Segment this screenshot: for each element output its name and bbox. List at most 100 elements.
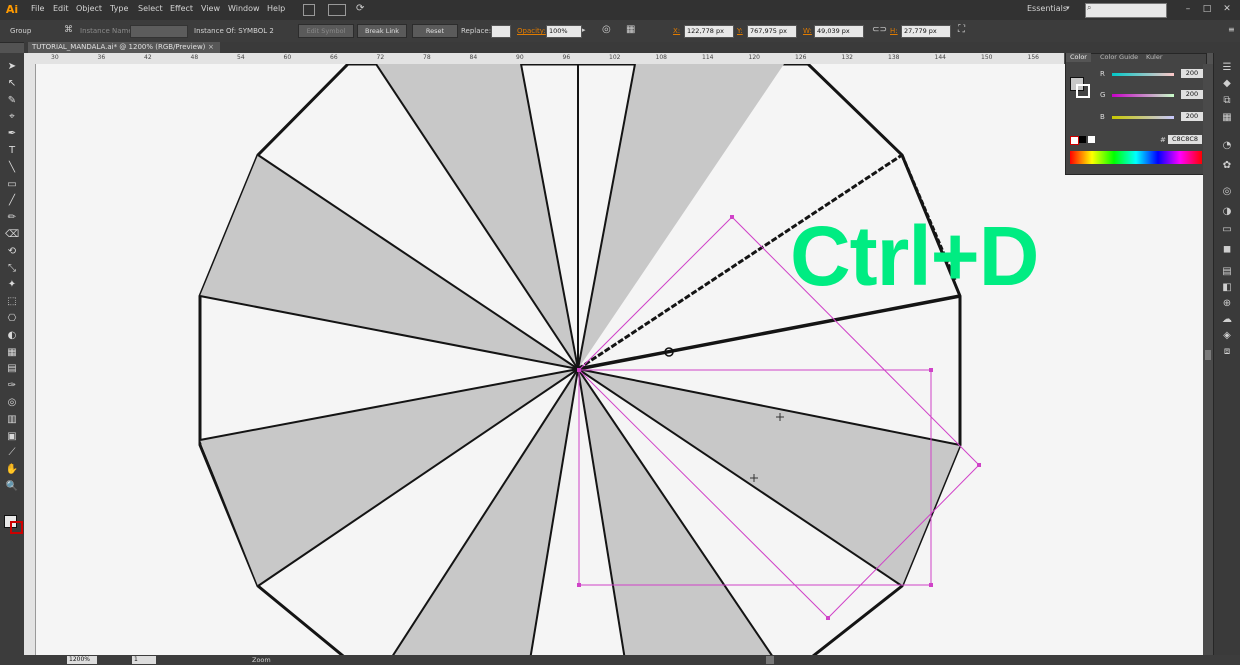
dock-panel-icon[interactable]: ◔: [1221, 140, 1233, 152]
tool-icon[interactable]: ✦: [5, 278, 19, 291]
tool-icon[interactable]: ▣: [5, 430, 19, 443]
tool-icon[interactable]: ✑: [5, 379, 19, 392]
blue-slider[interactable]: [1112, 116, 1174, 119]
help-search-input[interactable]: [1085, 3, 1167, 18]
mandala-artwork[interactable]: [36, 64, 1203, 655]
instance-name-field[interactable]: [130, 25, 188, 38]
green-slider[interactable]: [1112, 94, 1174, 97]
tool-icon[interactable]: ⌖: [5, 110, 19, 123]
tool-icon[interactable]: ✎: [5, 94, 19, 107]
opacity-arrow-icon[interactable]: ▸: [582, 26, 586, 34]
dock-panel-icon[interactable]: ◆: [1221, 78, 1233, 90]
close-tab-icon[interactable]: ×: [208, 43, 214, 51]
tool-icon[interactable]: ⤡: [5, 262, 19, 275]
dock-panel-icon[interactable]: ◈: [1221, 330, 1233, 342]
align-icon[interactable]: ▦: [626, 24, 635, 35]
tool-icon[interactable]: ⌫: [5, 228, 19, 241]
tool-icon[interactable]: ◎: [5, 396, 19, 409]
black-swatch[interactable]: [1079, 136, 1086, 143]
tab-color[interactable]: Color: [1066, 53, 1091, 62]
h-label[interactable]: H:: [890, 27, 898, 35]
dock-panel-icon[interactable]: ▭: [1221, 224, 1233, 236]
menu-help[interactable]: Help: [267, 4, 285, 13]
tool-icon[interactable]: T: [5, 144, 19, 157]
vertical-ruler[interactable]: [24, 64, 36, 655]
menu-edit[interactable]: Edit: [53, 4, 69, 13]
dock-panel-icon[interactable]: ⊕: [1221, 298, 1233, 310]
tool-icon[interactable]: ⟲: [5, 245, 19, 258]
tool-icon[interactable]: ◐: [5, 329, 19, 342]
maximize-button[interactable]: □: [1201, 3, 1213, 15]
tool-icon[interactable]: 🔍: [5, 480, 19, 493]
tool-icon[interactable]: ✏: [5, 211, 19, 224]
tool-icon[interactable]: ↖: [5, 77, 19, 90]
minimize-button[interactable]: –: [1182, 3, 1194, 15]
panel-menu-icon[interactable]: ≡: [1228, 25, 1235, 34]
x-field[interactable]: 122,778 px: [684, 25, 734, 38]
none-swatch[interactable]: [1070, 136, 1079, 145]
dock-panel-icon[interactable]: ☰: [1221, 62, 1233, 74]
dock-panel-icon[interactable]: ▦: [1221, 112, 1233, 124]
red-slider[interactable]: [1112, 73, 1174, 76]
white-swatch[interactable]: [1088, 136, 1095, 143]
zoom-level-field[interactable]: 1200%: [67, 656, 97, 664]
sync-icon[interactable]: ⟳: [356, 3, 364, 14]
tool-icon[interactable]: ➤: [5, 60, 19, 73]
menu-select[interactable]: Select: [138, 4, 163, 13]
break-link-button[interactable]: Break Link: [357, 24, 407, 38]
workspace-switcher[interactable]: Essentials: [1027, 4, 1067, 13]
transform-icon[interactable]: ⛶: [958, 24, 965, 35]
dock-panel-icon[interactable]: ⧉: [1221, 95, 1233, 107]
menu-type[interactable]: Type: [110, 4, 128, 13]
menu-view[interactable]: View: [201, 4, 220, 13]
constrain-link-icon[interactable]: ⊂⊃: [872, 25, 887, 35]
tool-icon[interactable]: ▥: [5, 413, 19, 426]
close-button[interactable]: ✕: [1221, 3, 1233, 15]
menu-object[interactable]: Object: [76, 4, 102, 13]
w-field[interactable]: 49,039 px: [814, 25, 864, 38]
tool-icon[interactable]: ▤: [5, 362, 19, 375]
hex-field[interactable]: C8C8C8: [1168, 135, 1202, 144]
tool-icon[interactable]: ⟋: [5, 446, 19, 459]
bridge-icon[interactable]: [303, 4, 315, 16]
artboard-canvas[interactable]: [36, 64, 1203, 655]
menu-effect[interactable]: Effect: [170, 4, 193, 13]
dock-panel-icon[interactable]: ☁: [1221, 314, 1233, 326]
stroke-swatch[interactable]: [1076, 84, 1090, 98]
dock-panel-icon[interactable]: ◼: [1221, 244, 1233, 256]
arrange-documents-icon[interactable]: [328, 4, 346, 16]
dock-panel-icon[interactable]: ▤: [1221, 266, 1233, 278]
tool-icon[interactable]: ⎔: [5, 312, 19, 325]
document-tab[interactable]: TUTORIAL_MANDALA.ai* @ 1200% (RGB/Previe…: [28, 42, 220, 53]
tool-icon[interactable]: ╱: [5, 194, 19, 207]
tool-icon[interactable]: ✒: [5, 127, 19, 140]
tab-color-guide[interactable]: Color Guide: [1096, 53, 1142, 62]
y-label[interactable]: Y:: [737, 27, 743, 35]
dock-panel-icon[interactable]: ✿: [1221, 160, 1233, 172]
opacity-label[interactable]: Opacity:: [517, 27, 546, 35]
dock-panel-icon[interactable]: ◎: [1221, 186, 1233, 198]
tab-kuler[interactable]: Kuler: [1142, 53, 1167, 62]
reset-button[interactable]: Reset: [412, 24, 458, 38]
tool-icon[interactable]: ✋: [5, 463, 19, 476]
horizontal-scroll-thumb[interactable]: [766, 656, 774, 664]
opacity-field[interactable]: 100%: [546, 25, 582, 38]
dock-panel-icon[interactable]: ⧈: [1221, 346, 1233, 358]
red-value[interactable]: 200: [1181, 69, 1203, 78]
x-label[interactable]: X:: [673, 27, 680, 35]
green-value[interactable]: 200: [1181, 90, 1203, 99]
y-field[interactable]: 767,975 px: [747, 25, 797, 38]
dock-panel-icon[interactable]: ◑: [1221, 206, 1233, 218]
blue-value[interactable]: 200: [1181, 112, 1203, 121]
vertical-scroll-thumb[interactable]: [1205, 350, 1211, 360]
dock-panel-icon[interactable]: ◧: [1221, 282, 1233, 294]
edit-symbol-button[interactable]: Edit Symbol: [298, 24, 354, 38]
tool-icon[interactable]: ▭: [5, 178, 19, 191]
menu-file[interactable]: File: [31, 4, 44, 13]
recolor-icon[interactable]: ◎: [602, 24, 611, 35]
replace-symbol-dropdown[interactable]: [491, 25, 511, 38]
tool-icon[interactable]: ╲: [5, 161, 19, 174]
menu-window[interactable]: Window: [228, 4, 260, 13]
h-field[interactable]: 27,779 px: [901, 25, 951, 38]
tool-icon[interactable]: ▦: [5, 346, 19, 359]
